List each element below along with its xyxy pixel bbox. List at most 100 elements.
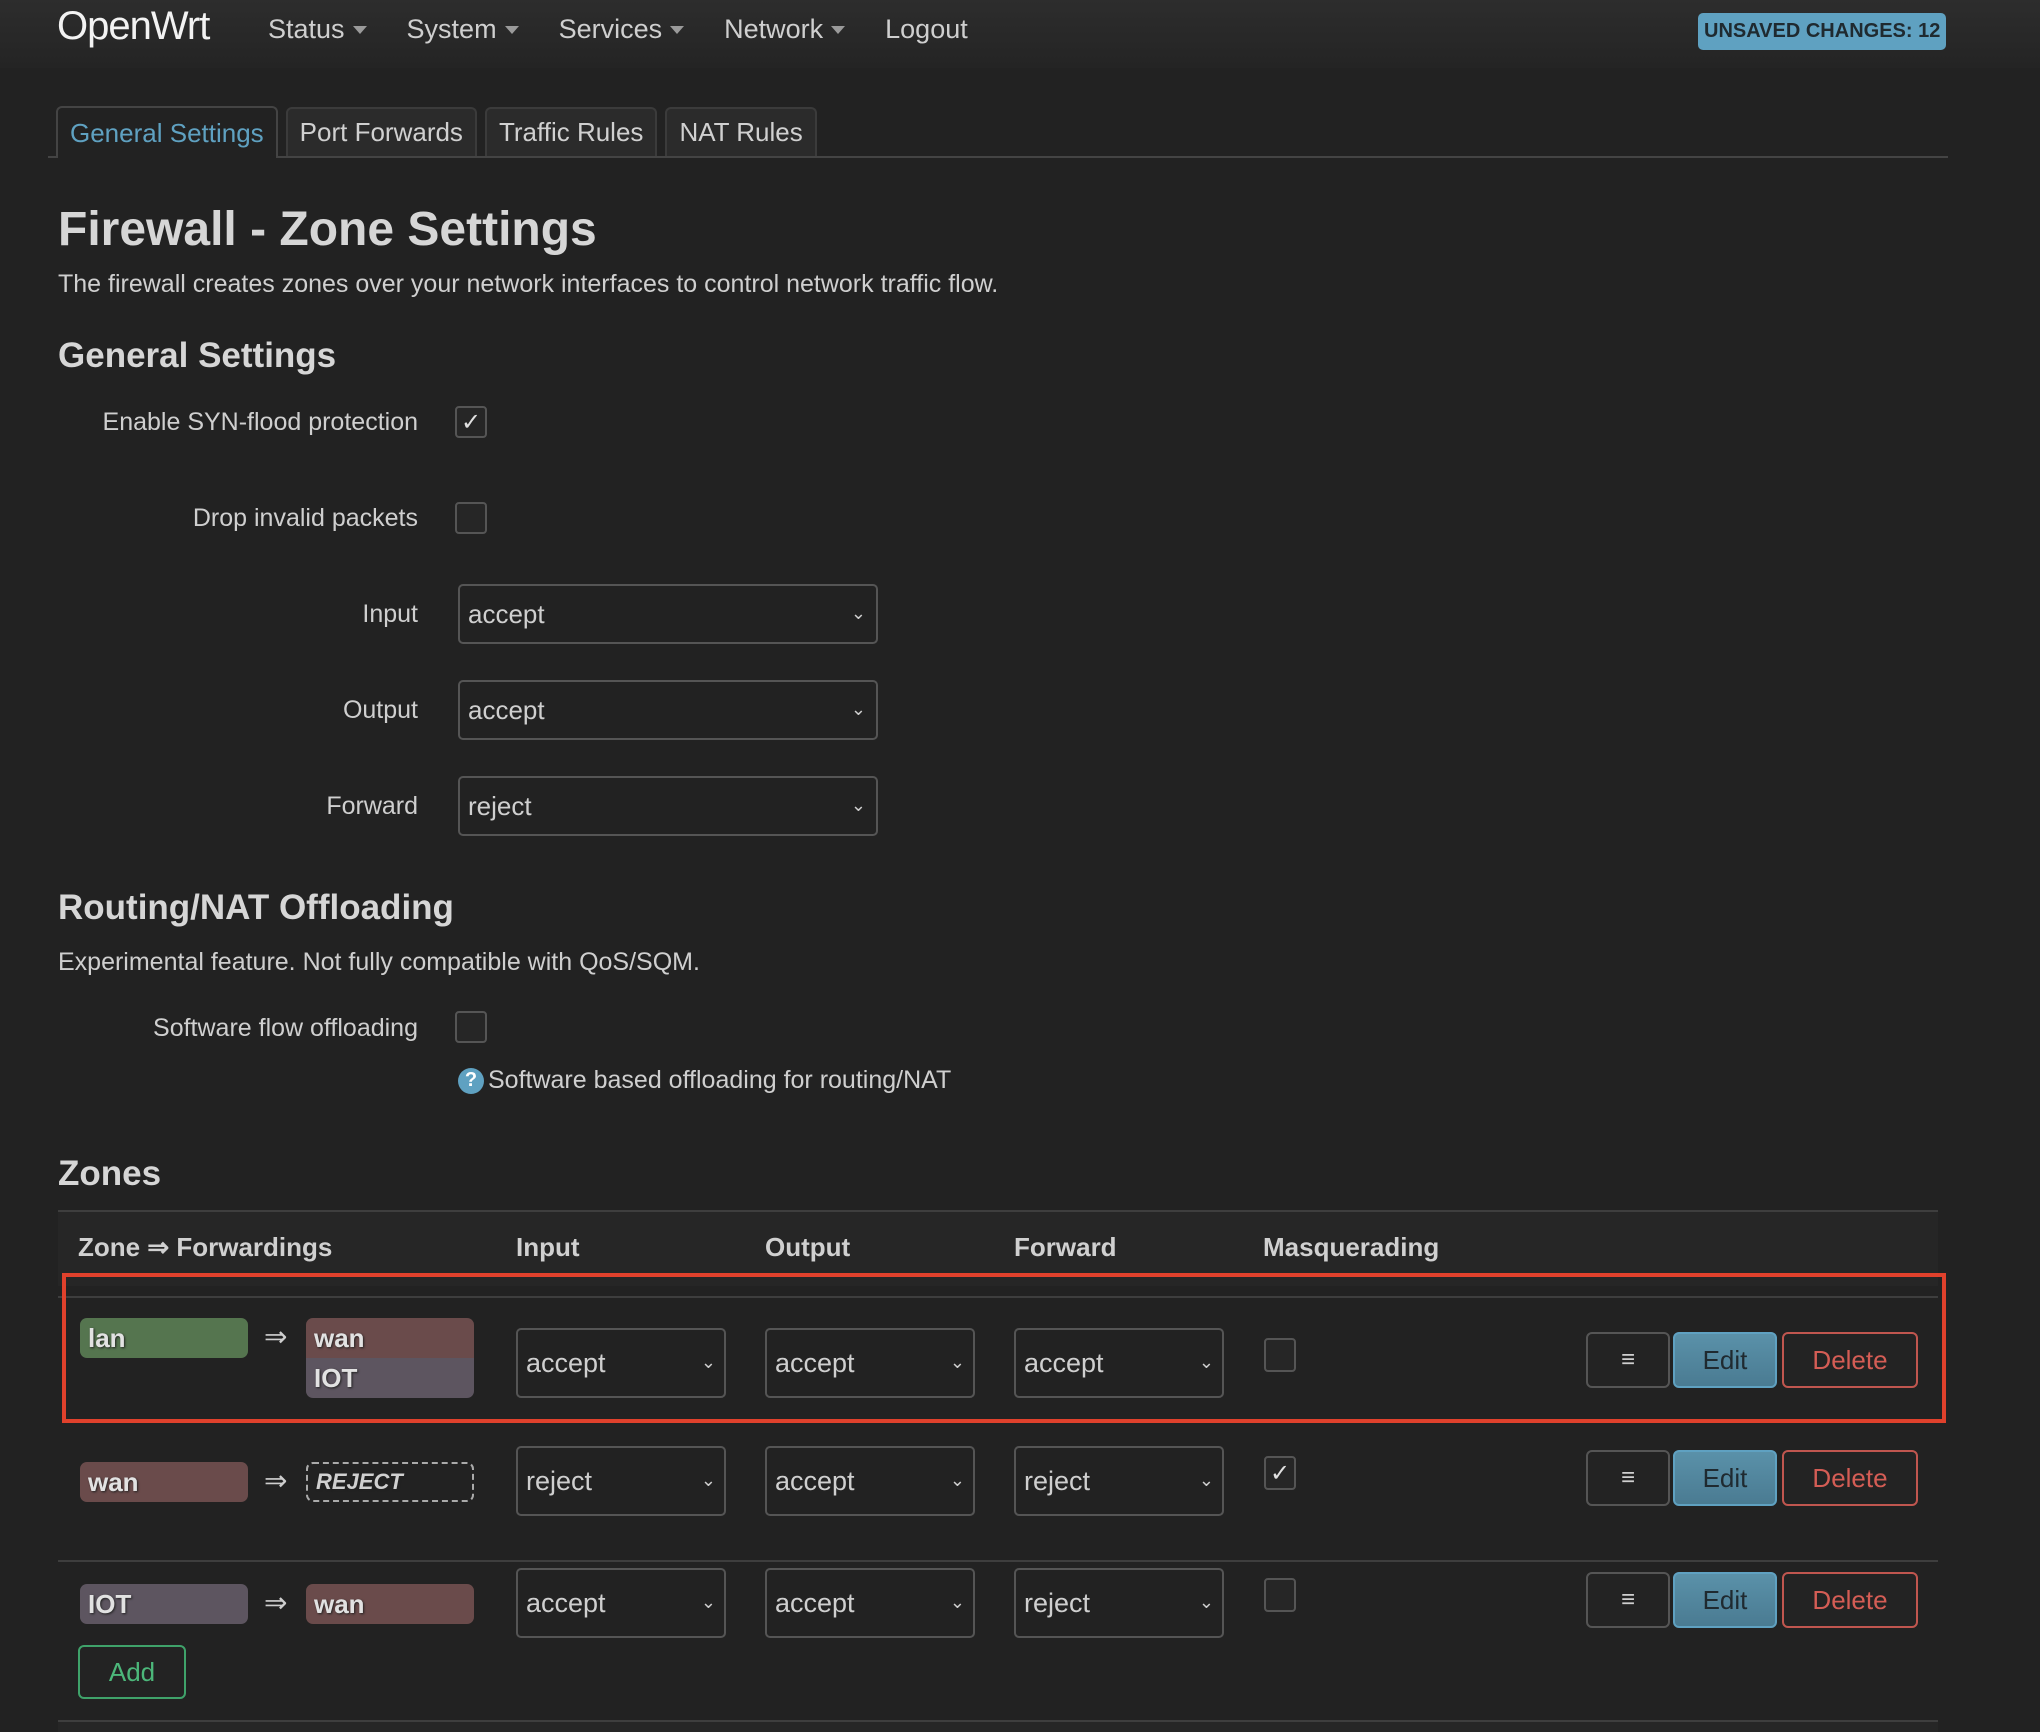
chevron-down-icon: ⌄ <box>850 699 866 719</box>
zone-masquerading-checkbox[interactable] <box>1264 1578 1296 1612</box>
zone-output-value: accept <box>775 1465 855 1496</box>
check-icon: ✓ <box>460 408 482 436</box>
nav-network[interactable]: Network <box>724 14 846 45</box>
forward-policy-value: reject <box>468 790 532 821</box>
zone-forward-select[interactable]: reject ⌄ <box>1014 1568 1224 1638</box>
nav-system[interactable]: System <box>407 14 519 45</box>
zone-delete-button[interactable]: Delete <box>1782 1450 1918 1506</box>
forwarding-badge-wan: wan <box>306 1318 474 1358</box>
caret-down-icon <box>831 25 846 34</box>
col-output: Output <box>765 1232 851 1262</box>
nav-logout-label: Logout <box>885 14 968 44</box>
nav-status[interactable]: Status <box>268 14 367 45</box>
drop-invalid-label: Drop invalid packets <box>192 504 418 532</box>
tab-nat-rules[interactable]: NAT Rules <box>665 107 817 156</box>
caret-down-icon <box>352 25 367 34</box>
brand-logo[interactable]: OpenWrt <box>57 4 210 49</box>
zone-drag-menu-button[interactable]: ≡ <box>1586 1332 1670 1388</box>
syn-flood-checkbox[interactable]: ✓ <box>455 406 487 438</box>
zone-edit-button[interactable]: Edit <box>1673 1572 1777 1628</box>
zone-input-value: accept <box>526 1587 606 1618</box>
zones-heading: Zones <box>58 1154 162 1193</box>
nav-services-label: Services <box>558 14 663 44</box>
zone-delete-button[interactable]: Delete <box>1782 1572 1918 1628</box>
check-icon: ✓ <box>1269 1459 1291 1487</box>
col-forward: Forward <box>1014 1232 1117 1262</box>
forward-policy-select[interactable]: reject ⌄ <box>458 776 878 836</box>
input-policy-value: accept <box>468 598 545 629</box>
zone-input-select[interactable]: accept ⌄ <box>516 1328 726 1398</box>
nav-network-label: Network <box>724 14 824 44</box>
forward-arrow-icon: ⇒ <box>264 1321 288 1352</box>
nav-system-label: System <box>406 14 497 44</box>
zone-output-select[interactable]: accept ⌄ <box>765 1328 975 1398</box>
chevron-down-icon: ⌄ <box>850 795 866 815</box>
chevron-down-icon: ⌄ <box>700 1352 716 1372</box>
section-divider <box>58 1720 1938 1732</box>
zone-output-value: accept <box>775 1347 855 1378</box>
sw-flow-help: ? Software based offloading for routing/N… <box>458 1066 951 1095</box>
chevron-down-icon: ⌄ <box>1198 1470 1214 1490</box>
nav-logout[interactable]: Logout <box>885 14 968 45</box>
zone-forward-value: reject <box>1024 1465 1091 1496</box>
forwarding-badge-wan: wan <box>306 1584 474 1624</box>
page-description: The firewall creates zones over your net… <box>58 270 999 298</box>
zones-table: Zone ⇒ Forwardings Input Output Forward … <box>58 1210 1938 1680</box>
col-input: Input <box>516 1232 580 1262</box>
input-policy-select[interactable]: accept ⌄ <box>458 584 878 644</box>
output-policy-select[interactable]: accept ⌄ <box>458 680 878 740</box>
add-zone-button[interactable]: Add <box>78 1645 186 1699</box>
sw-flow-label: Software flow offloading <box>153 1014 418 1042</box>
help-icon: ? <box>458 1067 484 1094</box>
input-policy-label: Input <box>362 600 418 628</box>
caret-down-icon <box>504 25 519 34</box>
nav-status-label: Status <box>268 14 345 44</box>
sw-flow-checkbox[interactable] <box>455 1011 487 1043</box>
drop-invalid-checkbox[interactable] <box>455 502 487 534</box>
zone-row-iot: IOT ⇒ wan accept ⌄ accept ⌄ reject ⌄ ≡ Edit… <box>58 1560 1938 1680</box>
zone-input-select[interactable]: reject ⌄ <box>516 1446 726 1516</box>
zone-delete-button[interactable]: Delete <box>1782 1332 1918 1388</box>
col-masquerading: Masquerading <box>1263 1232 1440 1262</box>
zone-forward-value: accept <box>1024 1347 1104 1378</box>
zone-forward-value: reject <box>1024 1587 1091 1618</box>
zone-input-value: reject <box>526 1465 593 1496</box>
zone-masquerading-checkbox[interactable]: ✓ <box>1264 1456 1296 1490</box>
chevron-down-icon: ⌄ <box>700 1592 716 1612</box>
zone-edit-button[interactable]: Edit <box>1673 1450 1777 1506</box>
tab-general-settings[interactable]: General Settings <box>56 106 278 158</box>
general-settings-heading: General Settings <box>58 336 337 375</box>
zone-output-value: accept <box>775 1587 855 1618</box>
zone-output-select[interactable]: accept ⌄ <box>765 1568 975 1638</box>
tab-bar: General Settings Port Forwards Traffic R… <box>48 106 1948 158</box>
offloading-description: Experimental feature. Not fully compatib… <box>58 948 700 976</box>
zone-input-select[interactable]: accept ⌄ <box>516 1568 726 1638</box>
chevron-down-icon: ⌄ <box>1198 1592 1214 1612</box>
chevron-down-icon: ⌄ <box>850 603 866 623</box>
top-navbar: OpenWrt Status System Services Network L… <box>0 0 2040 68</box>
zone-input-value: accept <box>526 1347 606 1378</box>
zone-edit-button[interactable]: Edit <box>1673 1332 1777 1388</box>
unsaved-changes-badge[interactable]: UNSAVED CHANGES: 12 <box>1698 13 1947 50</box>
zone-drag-menu-button[interactable]: ≡ <box>1586 1572 1670 1628</box>
tab-traffic-rules[interactable]: Traffic Rules <box>484 107 658 156</box>
chevron-down-icon: ⌄ <box>949 1592 965 1612</box>
nav-services[interactable]: Services <box>559 14 685 45</box>
zone-drag-menu-button[interactable]: ≡ <box>1586 1450 1670 1506</box>
zones-table-header: Zone ⇒ Forwardings Input Output Forward … <box>58 1210 1938 1286</box>
output-policy-label: Output <box>342 696 418 724</box>
zone-forward-select[interactable]: reject ⌄ <box>1014 1446 1224 1516</box>
forward-arrow-icon: ⇒ <box>264 1465 288 1496</box>
output-policy-value: accept <box>468 694 545 725</box>
zone-row-lan: lan ⇒ wan IOT accept ⌄ accept ⌄ accept ⌄ ≡ … <box>58 1296 1938 1444</box>
col-zone-forwardings: Zone ⇒ Forwardings <box>78 1232 333 1262</box>
zone-forward-select[interactable]: accept ⌄ <box>1014 1328 1224 1398</box>
chevron-down-icon: ⌄ <box>1198 1352 1214 1372</box>
chevron-down-icon: ⌄ <box>949 1470 965 1490</box>
zone-output-select[interactable]: accept ⌄ <box>765 1446 975 1516</box>
tab-port-forwards[interactable]: Port Forwards <box>285 107 477 156</box>
syn-flood-label: Enable SYN-flood protection <box>102 408 418 436</box>
caret-down-icon <box>670 25 685 34</box>
zone-badge-wan: wan <box>80 1462 248 1502</box>
zone-masquerading-checkbox[interactable] <box>1264 1338 1296 1372</box>
